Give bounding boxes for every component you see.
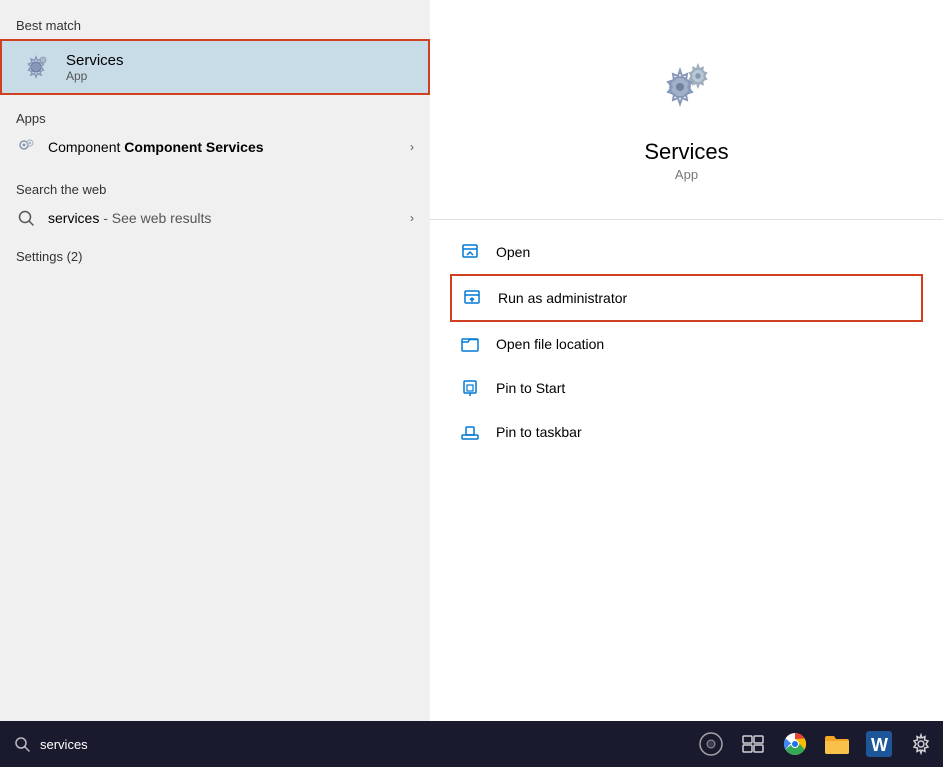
component-services-text: Component Component Services bbox=[48, 139, 264, 155]
web-search-icon bbox=[16, 208, 36, 228]
pin-start-action[interactable]: Pin to Start bbox=[450, 366, 923, 410]
taskbar-search-text: services bbox=[40, 737, 88, 752]
taskbar: services bbox=[0, 721, 943, 767]
component-services-left: Component Component Services bbox=[16, 137, 264, 157]
taskbar-left: services bbox=[8, 730, 88, 758]
settings-label: Settings (2) bbox=[0, 243, 430, 268]
web-search-left: services - See web results bbox=[16, 208, 211, 228]
web-section: Search the web services - See web result… bbox=[0, 172, 430, 239]
web-search-text: services - See web results bbox=[48, 210, 211, 226]
best-match-label: Best match bbox=[0, 12, 430, 37]
open-label: Open bbox=[496, 244, 530, 260]
chrome-icon[interactable] bbox=[781, 730, 809, 758]
task-view-icon[interactable] bbox=[739, 730, 767, 758]
web-label: Search the web bbox=[0, 176, 430, 201]
pin-start-label: Pin to Start bbox=[496, 380, 565, 396]
services-icon bbox=[18, 49, 54, 85]
open-location-action[interactable]: Open file location bbox=[450, 322, 923, 366]
web-search-item[interactable]: services - See web results › bbox=[0, 201, 430, 235]
run-admin-action[interactable]: Run as administrator bbox=[450, 274, 923, 322]
pin-taskbar-icon bbox=[458, 420, 482, 444]
main-area: Best match Services App A bbox=[0, 0, 943, 721]
actions-list: Open Run as administrator bbox=[430, 220, 943, 464]
folder-icon[interactable] bbox=[823, 730, 851, 758]
pin-start-icon bbox=[458, 376, 482, 400]
app-container: Best match Services App A bbox=[0, 0, 943, 767]
taskbar-settings-icon[interactable] bbox=[907, 730, 935, 758]
component-services-chevron: › bbox=[410, 140, 414, 154]
taskbar-right: W bbox=[697, 730, 935, 758]
svg-text:W: W bbox=[871, 735, 888, 755]
open-location-label: Open file location bbox=[496, 336, 604, 352]
component-services-item[interactable]: Component Component Services › bbox=[0, 130, 430, 164]
best-match-title: Services bbox=[66, 52, 124, 69]
open-icon bbox=[458, 240, 482, 264]
best-match-text: Services App bbox=[66, 52, 124, 83]
best-match-subtitle: App bbox=[66, 69, 124, 83]
apps-section: Apps Component Component Serv bbox=[0, 97, 430, 172]
web-see-results: - See web results bbox=[103, 210, 211, 226]
app-icon-large bbox=[647, 47, 727, 127]
apps-label: Apps bbox=[0, 105, 430, 130]
open-location-icon bbox=[458, 332, 482, 356]
pin-taskbar-label: Pin to taskbar bbox=[496, 424, 582, 440]
open-action[interactable]: Open bbox=[450, 230, 923, 274]
app-subtitle: App bbox=[675, 167, 698, 182]
cortana-icon[interactable] bbox=[697, 730, 725, 758]
settings-section: Settings (2) bbox=[0, 239, 430, 272]
best-match-item[interactable]: Services App bbox=[0, 39, 430, 95]
left-panel: Best match Services App A bbox=[0, 0, 430, 721]
app-info-panel: Services App bbox=[430, 0, 943, 220]
run-admin-label: Run as administrator bbox=[498, 290, 627, 306]
word-icon[interactable]: W bbox=[865, 730, 893, 758]
pin-taskbar-action[interactable]: Pin to taskbar bbox=[450, 410, 923, 454]
app-title: Services bbox=[644, 139, 728, 165]
taskbar-search-icon[interactable] bbox=[8, 730, 36, 758]
right-panel: Services App Open bbox=[430, 0, 943, 721]
component-services-icon bbox=[16, 137, 36, 157]
web-search-chevron: › bbox=[410, 211, 414, 225]
run-admin-icon bbox=[460, 286, 484, 310]
